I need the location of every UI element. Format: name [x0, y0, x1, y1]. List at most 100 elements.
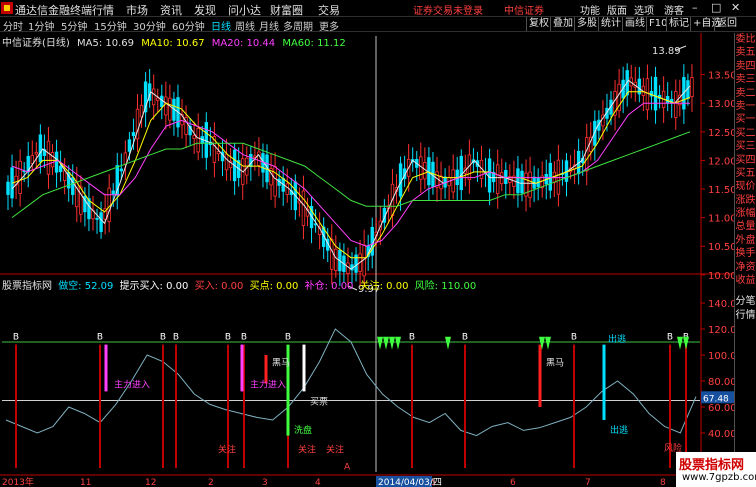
side-item-sell4[interactable]: 卖四 [735, 60, 756, 73]
stock-name: 中信证券(日线) [2, 38, 70, 49]
candle-body [156, 97, 160, 101]
candle-body [500, 172, 504, 185]
side-item-sell1[interactable]: 卖一 [735, 100, 756, 113]
buy-signal-marker: B [173, 332, 179, 342]
candle-body [54, 151, 59, 173]
date-axis-label: 7 [585, 478, 591, 487]
candle-body [528, 171, 532, 198]
candle-body [111, 190, 115, 195]
signal-label-escape: 出逃 [610, 424, 628, 436]
signal-label-washout: 洗盘 [294, 424, 312, 436]
candle-body [58, 165, 63, 173]
buy-signal-marker: B [160, 332, 166, 342]
side-item-sell2[interactable]: 卖二 [735, 87, 756, 100]
candle-body [665, 96, 670, 104]
candle-body [520, 170, 524, 194]
candle-body [192, 135, 196, 140]
date-axis-label: 8 [660, 478, 666, 487]
candle-body [585, 137, 589, 172]
side-item-buy3[interactable]: 买三 [735, 140, 756, 153]
candle-body [18, 160, 22, 194]
ma60-value: MA60: 11.12 [282, 38, 346, 49]
ind-risk: 风险: 110.00 [414, 281, 477, 292]
candle-body [196, 128, 200, 153]
ind-buy: 买入: 0.00 [194, 281, 244, 292]
indicator-name: 股票指标网 [2, 281, 52, 292]
candle-body [257, 151, 261, 166]
candle-body [301, 190, 306, 226]
ma20-value: MA20: 10.44 [211, 38, 276, 49]
candle-body [127, 139, 132, 152]
price-axis-label: 11.00 [708, 214, 734, 225]
chart-background [0, 33, 734, 487]
ind-watch: 关注: 0.00 [359, 281, 409, 292]
signal-label-watch: 关注 [218, 444, 236, 456]
watermark-title: 股票指标网 [679, 458, 745, 473]
watermark-logo: 股票指标网 www.7gpzb.com [676, 452, 756, 487]
side-item-sell5[interactable]: 卖五 [735, 46, 756, 59]
candle-body [99, 212, 103, 232]
candle-body [224, 153, 229, 171]
indicator-current-value: 67.48 [703, 394, 729, 404]
price-axis-label: 12.00 [708, 156, 734, 167]
candle-body [653, 76, 658, 111]
candle-body [495, 164, 500, 194]
buy-signal-marker: B [462, 332, 468, 342]
indicator-legend: 股票指标网 做空: 52.09 提示买入: 0.00 买入: 0.00 买点: … [2, 277, 479, 292]
high-price-marker: 13.89 [652, 46, 681, 57]
side-item-ticks[interactable]: 分笔 [735, 295, 756, 308]
side-item-sell3[interactable]: 卖三 [735, 73, 756, 86]
side-item-eps[interactable]: 收益 [735, 274, 756, 287]
candle-body [273, 166, 277, 197]
candle-body [38, 134, 43, 163]
candle-body [645, 78, 650, 111]
kline-chart[interactable]: 13.50 13.00 12.50 12.00 11.50 11.00 10.50 10.00… [0, 0, 734, 487]
signal-label-main-force: 主力进入 [250, 379, 286, 391]
date-axis-label: 6 [510, 478, 516, 487]
ind-buy-point: 买点: 0.00 [249, 281, 299, 292]
buy-signal-marker: B [241, 332, 247, 342]
candle-body [164, 96, 168, 116]
candle-body [334, 248, 338, 271]
side-item-nav[interactable]: 净资 [735, 261, 756, 274]
candle-body [285, 183, 289, 195]
signal-label-watch: 关注 [326, 444, 344, 456]
buy-signal-marker: B [225, 332, 231, 342]
side-item-weibi[interactable]: 委比 [735, 33, 756, 46]
signal-label-dark-horse: 黑马 [272, 357, 290, 368]
price-axis-label: 12.50 [708, 128, 734, 139]
buy-signal-marker: B [13, 332, 19, 342]
candle-body [6, 181, 10, 195]
candle-body [504, 169, 508, 184]
signal-label-a: A [344, 462, 351, 472]
candle-body [419, 156, 423, 180]
date-axis-label: 12 [145, 478, 156, 487]
candle-body [690, 77, 694, 98]
signal-label-dark-horse: 黑马 [546, 357, 564, 368]
side-item-buy1[interactable]: 买一 [735, 113, 756, 126]
candle-body [30, 155, 34, 164]
watermark-url: www.7gpzb.com [682, 472, 756, 483]
side-item-change[interactable]: 涨跌 [735, 194, 756, 207]
candle-body [346, 262, 350, 274]
side-item-change-pct[interactable]: 涨幅 [735, 207, 756, 220]
side-item-buy5[interactable]: 买五 [735, 167, 756, 180]
side-item-volume[interactable]: 总量 [735, 220, 756, 233]
candle-body [62, 170, 67, 181]
side-item-buy4[interactable]: 买四 [735, 154, 756, 167]
candle-body [95, 217, 99, 220]
buy-signal-marker: B [409, 332, 415, 342]
candle-body [119, 168, 124, 172]
candle-body [75, 181, 79, 208]
side-item-outer[interactable]: 外盘 [735, 234, 756, 247]
side-item-quotes[interactable]: 行情 [735, 309, 756, 322]
side-item-buy2[interactable]: 买二 [735, 127, 756, 140]
buy-signal-marker: B [97, 332, 103, 342]
price-axis-label: 13.00 [708, 99, 734, 110]
indicator-axis-label: 40.00 [708, 429, 734, 440]
side-item-price[interactable]: 现价 [735, 180, 756, 193]
date-axis-label: 11 [80, 478, 91, 487]
side-item-turnover[interactable]: 换手 [735, 247, 756, 260]
ind-short: 做空: 52.09 [58, 281, 114, 292]
candle-body [50, 152, 55, 168]
